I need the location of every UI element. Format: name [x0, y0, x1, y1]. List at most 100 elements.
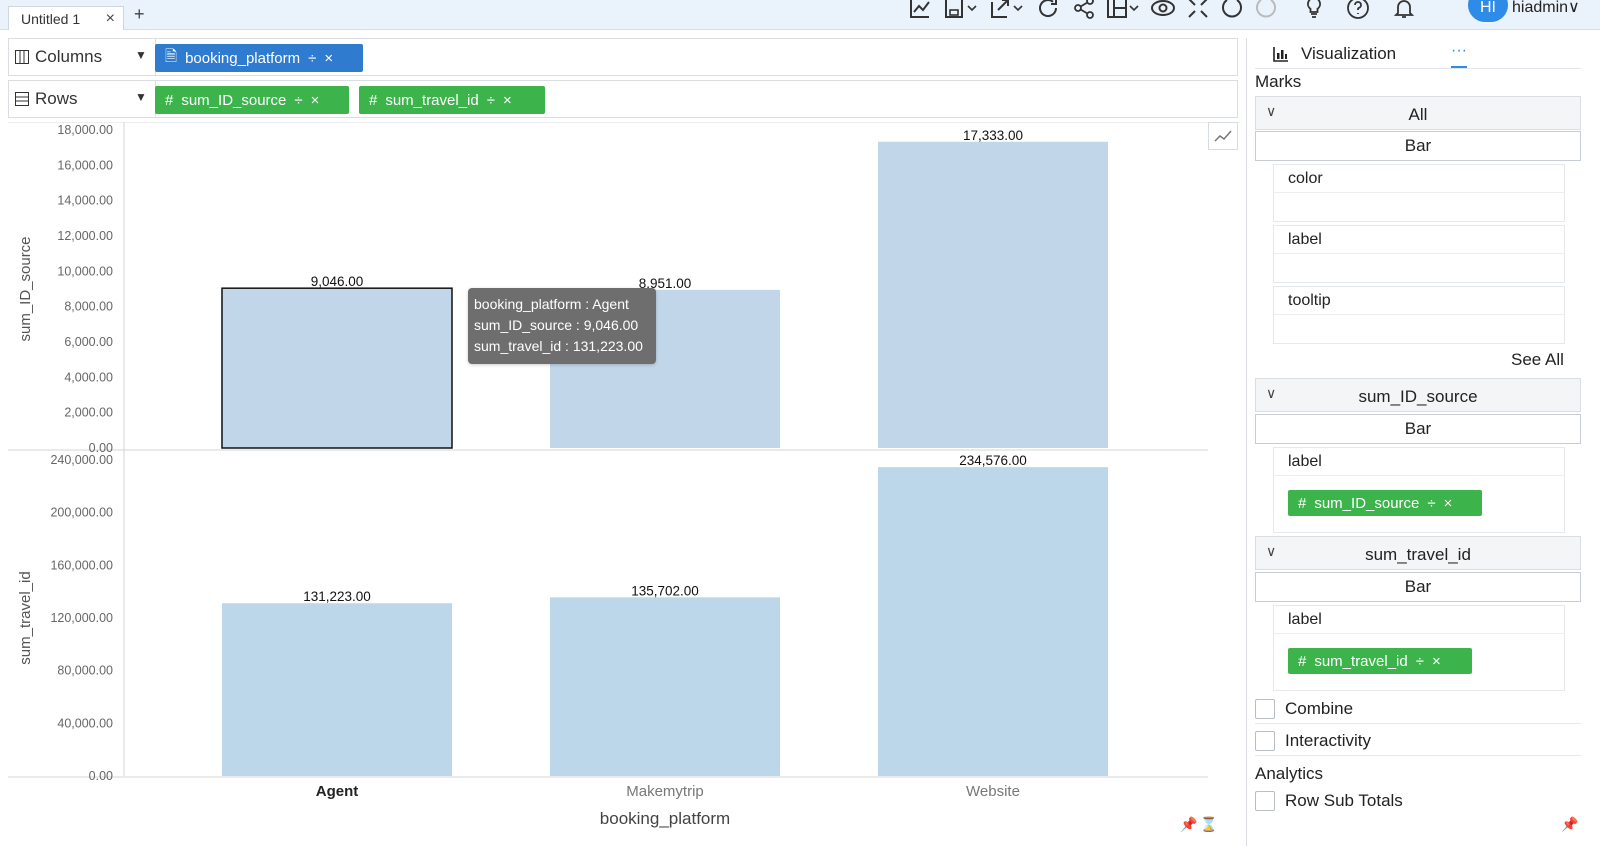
pill-sum-travel-id[interactable]: # sum_travel_id ÷ × — [359, 86, 545, 114]
rows-shelf[interactable]: Rows ▼ # sum_ID_source ÷ × # sum_travel_… — [8, 80, 1238, 118]
color-property[interactable]: color — [1273, 164, 1565, 222]
y-tick-label: 14,000.00 — [57, 194, 113, 208]
lightbulb-icon[interactable] — [1302, 0, 1326, 26]
remove-icon[interactable]: × — [311, 92, 320, 109]
user-menu[interactable]: hiadmin∨ — [1512, 0, 1580, 17]
y-tick-label: 4,000.00 — [64, 370, 113, 384]
bell-icon[interactable] — [1392, 0, 1416, 26]
redo-icon[interactable] — [1254, 0, 1278, 26]
label-property[interactable]: label # sum_travel_id ÷ × — [1273, 605, 1565, 691]
label-property[interactable]: label — [1273, 225, 1565, 283]
export-icon[interactable] — [990, 0, 1026, 26]
columns-shelf[interactable]: Columns ▼ 🗎 booking_platform ÷ × — [8, 38, 1238, 76]
interactivity-checkbox[interactable]: Interactivity — [1255, 726, 1581, 756]
remove-icon[interactable]: × — [324, 50, 333, 67]
y-axis-label: sum_travel_id — [17, 571, 34, 664]
property-label: label — [1274, 226, 1564, 254]
share-icon[interactable] — [1072, 0, 1096, 26]
tooltip-property[interactable]: tooltip — [1273, 286, 1565, 344]
drop-zone[interactable] — [1274, 193, 1564, 221]
data-label: 135,702.00 — [631, 583, 699, 598]
marks-group-sum-travel-id[interactable]: ∨ sum_travel_id — [1255, 536, 1581, 570]
bar-chart: 0.00 2,000.00 4,000.00 6,000.00 8,000.00 10,0… — [8, 121, 1240, 828]
help-icon[interactable] — [1346, 0, 1370, 26]
measure-icon: # — [369, 91, 378, 109]
pill-label: sum_ID_source — [1314, 494, 1420, 512]
bar[interactable] — [878, 141, 1108, 448]
layout-icon[interactable] — [1106, 0, 1142, 26]
save-icon[interactable] — [944, 0, 980, 26]
pill-sum-travel-id[interactable]: # sum_travel_id ÷ × — [1288, 648, 1472, 674]
y-axis-label: sum_ID_source — [17, 236, 34, 341]
chart-icon[interactable] — [908, 0, 932, 26]
label-property[interactable]: label # sum_ID_source ÷ × — [1273, 447, 1565, 533]
analytics-label: Analytics — [1255, 764, 1324, 783]
sort-icon[interactable]: ÷ — [308, 50, 316, 67]
mark-type-select[interactable]: Bar — [1255, 414, 1581, 444]
fullscreen-icon[interactable] — [1186, 0, 1210, 26]
columns-dropdown-icon[interactable]: ▼ — [135, 48, 147, 62]
checkbox[interactable] — [1255, 791, 1275, 811]
tooltip-line: sum_ID_source : 9,046.00 — [474, 317, 639, 333]
add-tab-icon[interactable]: + — [134, 4, 145, 25]
trendline-button[interactable] — [1208, 122, 1238, 150]
marks-group-all[interactable]: ∨ All — [1255, 96, 1581, 130]
tab-untitled-1[interactable]: Untitled 1 × — [8, 6, 124, 30]
see-all-link[interactable]: See All — [1511, 350, 1564, 370]
mark-type-select[interactable]: Bar — [1255, 131, 1581, 161]
checkbox[interactable] — [1255, 730, 1275, 751]
bar[interactable] — [878, 467, 1108, 776]
y-tick-label: 2,000.00 — [64, 406, 113, 420]
chart-tooltip: booking_platform : Agent sum_ID_source :… — [468, 288, 656, 364]
pin-icon[interactable]: 📌 — [1180, 816, 1197, 833]
bar[interactable] — [221, 287, 453, 449]
panel-title[interactable]: Visualization — [1273, 44, 1396, 64]
drop-zone[interactable] — [1274, 315, 1564, 343]
measure-icon: # — [1298, 494, 1307, 512]
sort-icon[interactable]: ÷ — [294, 92, 302, 109]
y-tick-label: 18,000.00 — [57, 123, 113, 137]
columns-icon — [15, 50, 29, 64]
pill-sum-id-source[interactable]: # sum_ID_source ÷ × — [1288, 490, 1482, 516]
chart-area: 0.00 2,000.00 4,000.00 6,000.00 8,000.00 10,0… — [8, 121, 1240, 846]
pill-sum-id-source[interactable]: # sum_ID_source ÷ × — [155, 86, 349, 114]
rows-dropdown-icon[interactable]: ▼ — [135, 90, 147, 104]
panel-title-text: Visualization — [1301, 44, 1397, 63]
more-options-icon[interactable]: ··· — [1451, 42, 1467, 60]
x-axis-label: booking_platform — [600, 809, 730, 828]
remove-icon[interactable]: × — [1432, 653, 1441, 670]
tooltip-line: booking_platform : Agent — [474, 296, 629, 312]
x-tick-label: Website — [966, 783, 1020, 800]
sort-icon[interactable]: ÷ — [1416, 653, 1424, 670]
sort-icon[interactable]: ÷ — [487, 92, 495, 109]
measure-icon: # — [165, 91, 174, 109]
remove-icon[interactable]: × — [503, 92, 512, 109]
undo-icon[interactable] — [1220, 0, 1244, 26]
avatar[interactable]: HI — [1468, 0, 1508, 22]
property-label: color — [1274, 165, 1564, 193]
x-tick-label: Agent — [316, 783, 359, 800]
drop-zone[interactable] — [1274, 254, 1564, 282]
refresh-icon[interactable] — [1036, 0, 1060, 26]
group-title: sum_ID_source — [1358, 387, 1478, 406]
pin-icon[interactable]: 📌 — [1561, 816, 1578, 833]
row-sub-totals-checkbox[interactable]: Row Sub Totals — [1255, 786, 1581, 816]
combine-checkbox[interactable]: Combine — [1255, 694, 1581, 724]
pill-booking-platform[interactable]: 🗎 booking_platform ÷ × — [155, 44, 363, 72]
bar[interactable] — [222, 603, 452, 776]
preview-icon[interactable] — [1150, 0, 1176, 26]
rows-label: Rows — [15, 89, 78, 109]
mark-type-select[interactable]: Bar — [1255, 572, 1581, 602]
marks-label: Marks — [1255, 72, 1302, 91]
sort-icon[interactable]: ÷ — [1427, 495, 1435, 512]
y-tick-label: 40,000.00 — [57, 716, 113, 730]
pill-label: sum_travel_id — [1314, 652, 1408, 670]
marks-group-sum-id-source[interactable]: ∨ sum_ID_source — [1255, 378, 1581, 412]
y-tick-label: 200,000.00 — [50, 506, 113, 520]
columns-label-text: Columns — [35, 47, 103, 66]
checkbox[interactable] — [1255, 698, 1275, 719]
remove-icon[interactable]: × — [1444, 495, 1453, 512]
hourglass-icon[interactable]: ⌛ — [1200, 816, 1217, 833]
tab-close-icon[interactable]: × — [106, 10, 115, 28]
bar[interactable] — [550, 597, 780, 776]
